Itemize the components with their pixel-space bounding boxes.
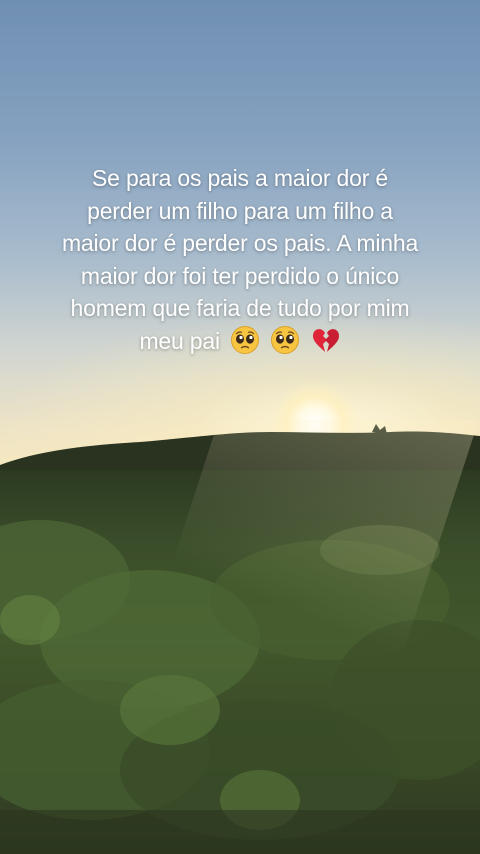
caption-line: perder um filho para um filho a <box>87 197 393 224</box>
broken-heart-icon <box>312 328 339 352</box>
caption-last-line: meu pai <box>40 325 440 358</box>
caption-line: maior dor é perder os pais. A minha <box>61 230 419 256</box>
caption-line: homem que faria de tudo por mim <box>70 295 410 321</box>
sunset-photo: Se para os pais a maior dor é perder um … <box>0 0 480 854</box>
caption-line: maior dor foi ter perdido o único <box>80 262 400 289</box>
story-caption: Se para os pais a maior dor é perder um … <box>40 162 440 357</box>
caption-line: Se para os pais a maior dor é <box>92 165 388 191</box>
pleading-face-icon <box>271 325 300 354</box>
pleading-face-icon <box>231 325 260 354</box>
caption-line: meu pai <box>139 327 220 354</box>
